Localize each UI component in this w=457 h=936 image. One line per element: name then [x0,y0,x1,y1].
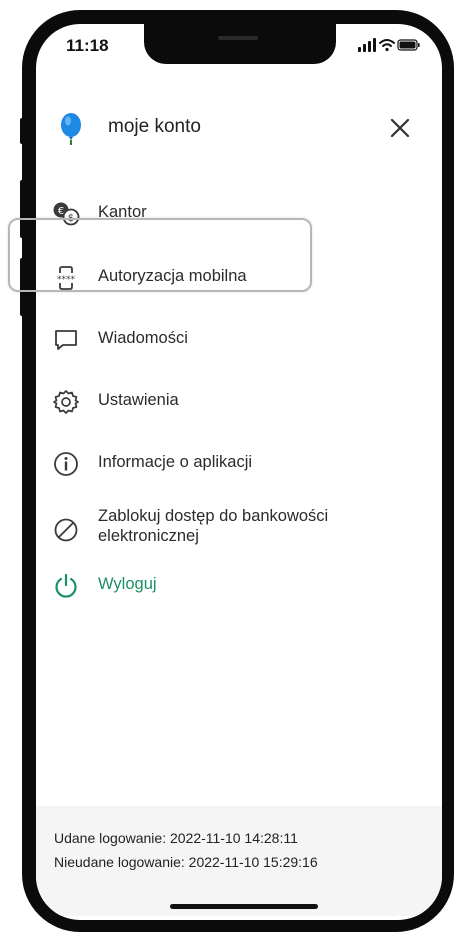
menu-item-label: Ustawienia [98,391,179,409]
status-time: 11:18 [66,36,109,55]
page-title: moje konto [108,116,201,137]
close-button[interactable] [382,110,418,146]
balloon-logo-icon [58,112,84,151]
power-icon [52,572,80,600]
menu-item-label: Wiadomości [98,329,188,347]
battery-icon [397,39,420,51]
menu-item-informacje[interactable]: Informacje o aplikacji [36,438,442,488]
phone-screen: 11:18 moje konto € $ Kantor **** Autoryz… [36,24,442,920]
highlight-frame [8,218,312,292]
home-indicator[interactable] [170,904,318,909]
menu-item-label: Wyloguj [98,575,157,593]
menu-item-zablokuj-dostep[interactable]: Zablokuj dostęp do bankowości elektronic… [36,500,442,560]
status-icons [358,36,420,54]
menu-item-label: Informacje o aplikacji [98,453,253,471]
menu-item-wiadomosci[interactable]: Wiadomości [36,314,442,364]
settings-icon [52,388,80,416]
menu-item-ustawienia[interactable]: Ustawienia [36,376,442,426]
block-icon [52,516,80,544]
signal-icon [358,38,376,52]
login-info-footer: Udane logowanie: 2022-11-10 14:28:11 Nie… [36,806,442,916]
close-icon [390,118,410,138]
notch [144,24,336,64]
failed-login-text: Nieudane logowanie: 2022-11-10 15:29:16 [54,854,318,870]
wifi-icon [379,39,395,52]
info-icon [52,450,80,478]
menu-item-wyloguj[interactable]: Wyloguj [36,560,442,610]
menu-item-label: Zablokuj dostęp do bankowości elektronic… [98,507,329,545]
message-icon [52,326,80,354]
last-login-text: Udane logowanie: 2022-11-10 14:28:11 [54,830,298,846]
header: moje konto [36,82,442,168]
